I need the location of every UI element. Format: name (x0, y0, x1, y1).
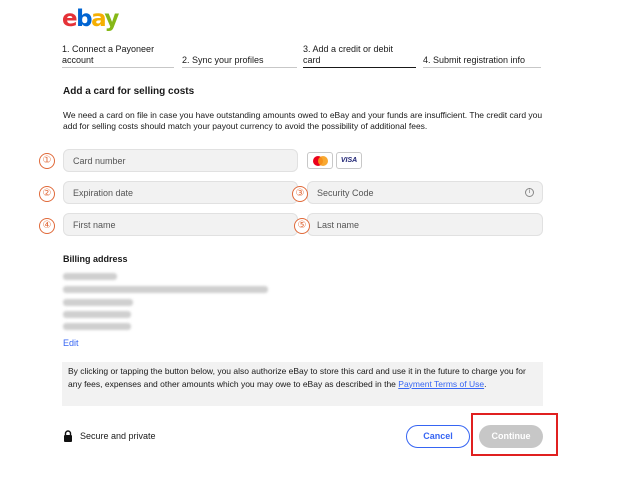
expiration-date-placeholder: Expiration date (73, 188, 134, 198)
section-description: We need a card on file in case you have … (63, 110, 543, 131)
step-line-2 (182, 67, 297, 68)
cancel-button[interactable]: Cancel (406, 425, 470, 448)
security-code-field[interactable]: Security Code i (307, 181, 543, 204)
expiration-date-field[interactable]: Expiration date (63, 181, 298, 204)
marker-1: ① (39, 153, 55, 169)
marker-2: ② (39, 186, 55, 202)
info-icon[interactable]: i (525, 188, 534, 197)
billing-address-title: Billing address (63, 254, 128, 264)
first-name-placeholder: First name (73, 220, 116, 230)
mastercard-icon (307, 152, 333, 169)
step-add-card: 3. Add a credit or debit card (303, 44, 394, 65)
marker-4: ④ (39, 218, 55, 234)
step-submit-info: 4. Submit registration info (423, 55, 526, 65)
visa-icon: VISA (336, 152, 362, 169)
payment-terms-link[interactable]: Payment Terms of Use (398, 379, 484, 389)
last-name-field[interactable]: Last name (307, 213, 543, 236)
security-code-placeholder: Security Code (317, 188, 374, 198)
lock-icon (64, 430, 72, 442)
secure-badge: Secure and private (63, 430, 156, 442)
card-number-placeholder: Card number (73, 156, 126, 166)
marker-3: ③ (292, 186, 308, 202)
step-line-1 (62, 67, 174, 68)
last-name-placeholder: Last name (317, 220, 360, 230)
marker-5: ⑤ (294, 218, 310, 234)
step-line-4 (423, 67, 541, 68)
step-line-3-active (303, 67, 416, 68)
section-title: Add a card for selling costs (63, 86, 195, 97)
highlight-box (471, 413, 558, 456)
terms-notice: By clicking or tapping the button below,… (62, 362, 543, 406)
step-connect-payoneer: 1. Connect a Payoneer account (62, 44, 155, 65)
edit-billing-link[interactable]: Edit (63, 338, 79, 348)
first-name-field[interactable]: First name (63, 213, 298, 236)
ebay-logo: ebay (62, 6, 119, 32)
secure-label: Secure and private (80, 431, 156, 441)
step-sync-profiles: 2. Sync your profiles (182, 55, 264, 65)
card-number-field[interactable]: Card number (63, 149, 298, 172)
